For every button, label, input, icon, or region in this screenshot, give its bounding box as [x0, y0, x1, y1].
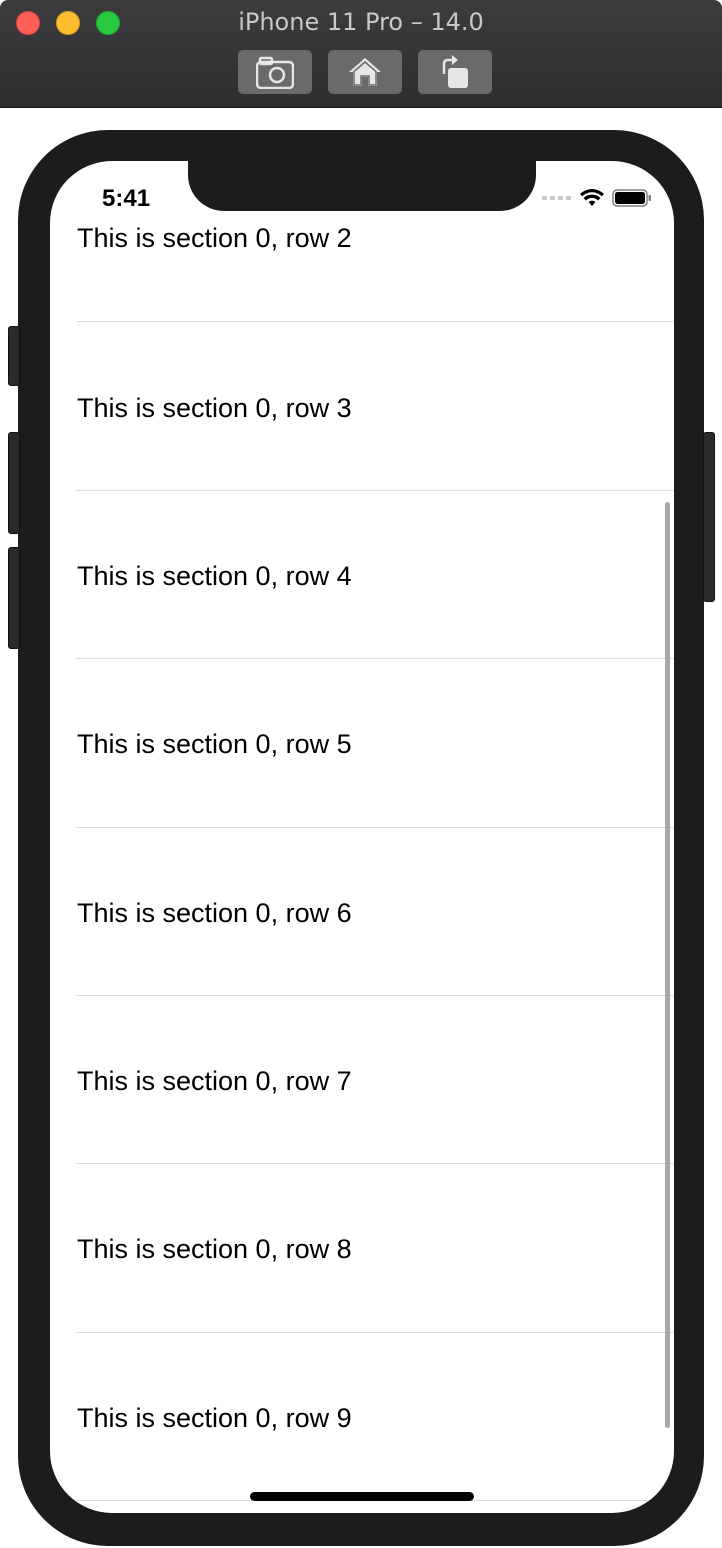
home-icon — [349, 58, 381, 86]
home-button[interactable] — [328, 50, 402, 94]
row-label: This is section 0, row 8 — [77, 1234, 352, 1264]
row-label: This is section 0, row 7 — [77, 1066, 352, 1096]
table-row[interactable]: This is section 0, row 5 — [50, 658, 674, 828]
table-row[interactable]: This is section 0, row 9 — [50, 1332, 674, 1501]
simulator-titlebar: iPhone 11 Pro – 14.0 — [0, 0, 722, 108]
volume-down-button — [8, 547, 20, 649]
row-label: This is section 0, row 2 — [77, 223, 352, 253]
table-row[interactable]: This is section 0, row 7 — [50, 995, 674, 1164]
status-icons — [542, 189, 652, 207]
row-label: This is section 0, row 4 — [77, 561, 352, 591]
table-row[interactable]: This is section 0, row 8 — [50, 1163, 674, 1333]
home-indicator[interactable] — [250, 1492, 474, 1501]
table-row[interactable]: This is section 0, row 6 — [50, 827, 674, 996]
rotate-button[interactable] — [418, 50, 492, 94]
side-power-button — [703, 432, 715, 602]
table-row[interactable]: This is section 0, row 3 — [50, 322, 674, 491]
cellular-icon — [542, 196, 571, 200]
notch — [188, 161, 536, 211]
window-title: iPhone 11 Pro – 14.0 — [238, 8, 484, 36]
table-row[interactable]: This is section 0, row 4 — [50, 490, 674, 659]
wifi-icon — [580, 189, 604, 206]
row-label: This is section 0, row 6 — [77, 898, 352, 928]
row-label: This is section 0, row 3 — [77, 393, 352, 423]
screenshot-button[interactable] — [238, 50, 312, 94]
row-label: This is section 0, row 9 — [77, 1403, 352, 1433]
battery-icon — [612, 189, 651, 207]
mute-switch — [8, 326, 20, 386]
scroll-indicator[interactable] — [665, 502, 670, 1428]
camera-icon — [256, 56, 294, 89]
status-time: 5:41 — [102, 185, 151, 212]
rotate-icon — [442, 55, 468, 88]
volume-up-button — [8, 432, 20, 534]
row-label: This is section 0, row 5 — [77, 729, 352, 759]
device-screen: This is section 0, row 2 This is section… — [50, 161, 674, 1513]
